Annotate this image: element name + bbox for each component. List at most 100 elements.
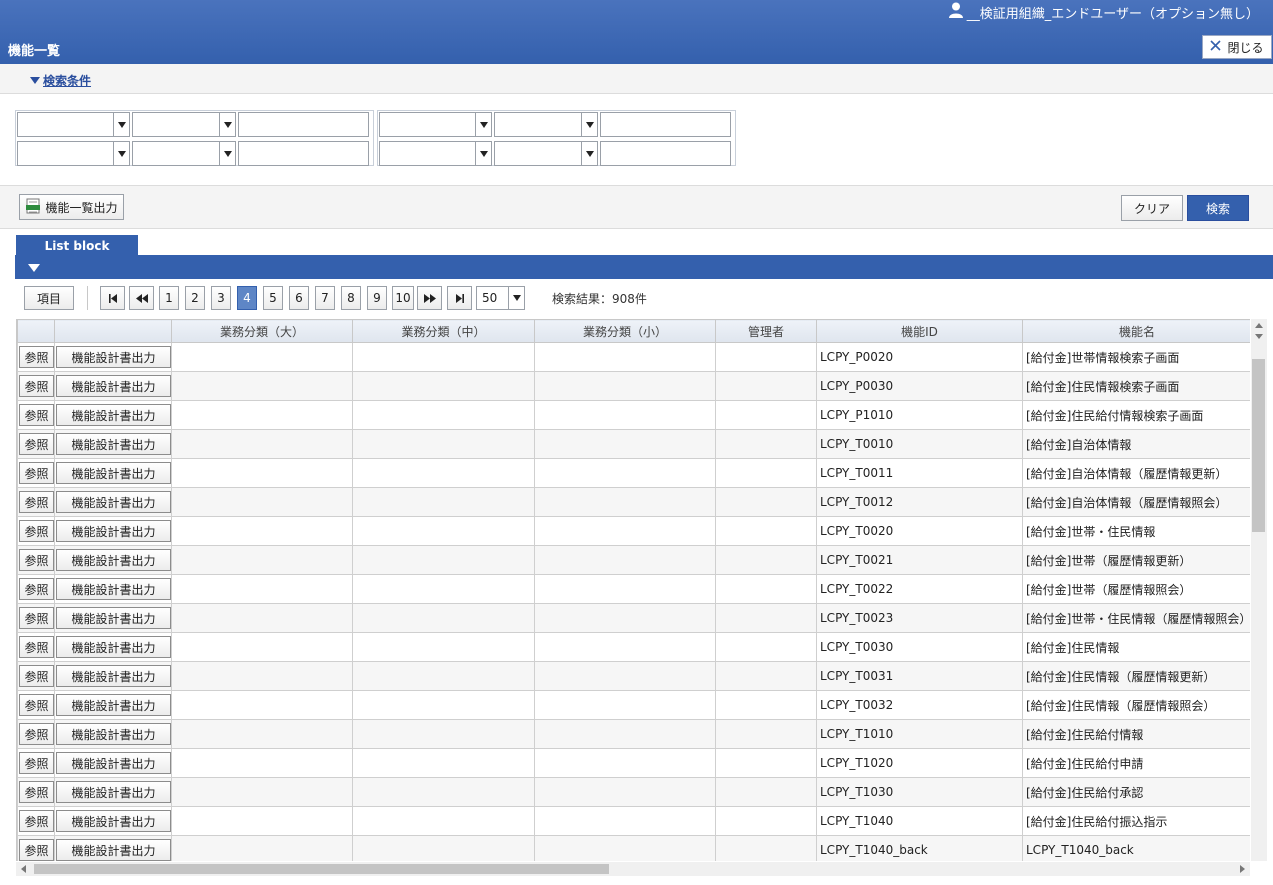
design-doc-output-button[interactable]: 機能設計書出力 [56, 346, 171, 368]
reference-button[interactable]: 参照 [19, 491, 54, 513]
reference-button[interactable]: 参照 [19, 694, 54, 716]
columns-button[interactable]: 項目 [24, 286, 74, 310]
design-doc-output-button[interactable]: 機能設計書出力 [56, 462, 171, 484]
page-1-button[interactable]: 1 [159, 286, 179, 310]
design-doc-output-button[interactable]: 機能設計書出力 [56, 375, 171, 397]
filter-operator-select[interactable] [494, 112, 598, 137]
reference-button[interactable]: 参照 [19, 636, 54, 658]
filter-value-input[interactable] [238, 112, 369, 137]
column-header-manager[interactable]: 管理者 [715, 319, 817, 343]
design-doc-output-button[interactable]: 機能設計書出力 [56, 433, 171, 455]
design-doc-output-button[interactable]: 機能設計書出力 [56, 578, 171, 600]
filter-field-select[interactable] [379, 112, 492, 137]
collapse-triangle-icon[interactable] [28, 264, 40, 272]
design-doc-output-button[interactable]: 機能設計書出力 [56, 752, 171, 774]
ref-cell: 参照 [17, 342, 55, 372]
design-cell: 機能設計書出力 [54, 719, 172, 749]
filter-value-input[interactable] [238, 141, 369, 166]
design-doc-output-button[interactable]: 機能設計書出力 [56, 810, 171, 832]
page-size-select[interactable]: 50 [476, 286, 525, 310]
design-doc-output-button[interactable]: 機能設計書出力 [56, 694, 171, 716]
filter-area [0, 94, 1273, 185]
page-9-button[interactable]: 9 [367, 286, 387, 310]
filter-value-input[interactable] [600, 141, 731, 166]
design-doc-output-button[interactable]: 機能設計書出力 [56, 636, 171, 658]
design-doc-output-button[interactable]: 機能設計書出力 [56, 549, 171, 571]
reference-button[interactable]: 参照 [19, 549, 54, 571]
reference-button[interactable]: 参照 [19, 665, 54, 687]
page-8-button[interactable]: 8 [341, 286, 361, 310]
tab-list-block[interactable]: List block [16, 235, 138, 257]
page-4-button[interactable]: 4 [237, 286, 257, 310]
reference-button[interactable]: 参照 [19, 781, 54, 803]
export-list-button[interactable]: 機能一覧出力 [19, 194, 124, 220]
next-page-button[interactable] [417, 286, 442, 310]
reference-button[interactable]: 参照 [19, 810, 54, 832]
horizontal-scrollbar[interactable] [16, 862, 1250, 876]
design-doc-output-button[interactable]: 機能設計書出力 [56, 781, 171, 803]
search-conditions-toggle[interactable]: 検索条件 [30, 72, 91, 89]
list-block-bar [15, 255, 1273, 279]
result-count: 検索結果：908件 [552, 292, 647, 306]
reference-button[interactable]: 参照 [19, 520, 54, 542]
page-5-button[interactable]: 5 [263, 286, 283, 310]
design-doc-output-button[interactable]: 機能設計書出力 [56, 665, 171, 687]
search-button[interactable]: 検索 [1187, 195, 1249, 221]
scroll-up-icon[interactable] [1255, 323, 1263, 328]
table-row: 参照 機能設計書出力 LCPY_T1040_back LCPY_T1040_back [17, 835, 1250, 861]
function-id-cell: LCPY_T0011 [816, 458, 1023, 488]
filter-field-select[interactable] [17, 141, 130, 166]
close-button[interactable]: 閉じる [1202, 35, 1272, 59]
column-header-category-small[interactable]: 業務分類（小） [534, 319, 716, 343]
reference-button[interactable]: 参照 [19, 607, 54, 629]
filter-value-input[interactable] [600, 112, 731, 137]
column-header-function-id[interactable]: 機能ID [816, 319, 1023, 343]
reference-button[interactable]: 参照 [19, 433, 54, 455]
page-3-button[interactable]: 3 [211, 286, 231, 310]
filter-operator-select[interactable] [132, 112, 236, 137]
category-large-cell [171, 429, 353, 459]
horizontal-scroll-thumb[interactable] [34, 864, 609, 874]
scroll-right-icon[interactable] [1240, 865, 1245, 873]
filter-field-select[interactable] [17, 112, 130, 137]
scroll-down-icon[interactable] [1255, 334, 1263, 339]
ref-cell: 参照 [17, 545, 55, 575]
filter-operator-select[interactable] [494, 141, 598, 166]
clear-button[interactable]: クリア [1121, 195, 1183, 221]
design-doc-output-button[interactable]: 機能設計書出力 [56, 404, 171, 426]
design-doc-output-button[interactable]: 機能設計書出力 [56, 723, 171, 745]
page-6-button[interactable]: 6 [289, 286, 309, 310]
design-doc-output-button[interactable]: 機能設計書出力 [56, 607, 171, 629]
design-doc-output-button[interactable]: 機能設計書出力 [56, 491, 171, 513]
manager-cell [715, 516, 817, 546]
column-header-function-name[interactable]: 機能名 [1022, 319, 1250, 343]
function-name-cell: [給付金]住民情報 [1022, 632, 1250, 662]
reference-button[interactable]: 参照 [19, 404, 54, 426]
function-name-cell: [給付金]住民給付情報 [1022, 719, 1250, 749]
prev-page-button[interactable] [129, 286, 154, 310]
reference-button[interactable]: 参照 [19, 578, 54, 600]
manager-cell [715, 748, 817, 778]
design-doc-output-button[interactable]: 機能設計書出力 [56, 839, 171, 861]
reference-button[interactable]: 参照 [19, 839, 54, 861]
vertical-scrollbar[interactable] [1251, 319, 1267, 861]
first-page-button[interactable] [100, 286, 125, 310]
page-2-button[interactable]: 2 [185, 286, 205, 310]
vertical-scroll-thumb[interactable] [1252, 359, 1265, 532]
page-7-button[interactable]: 7 [315, 286, 335, 310]
filter-operator-select[interactable] [132, 141, 236, 166]
reference-button[interactable]: 参照 [19, 375, 54, 397]
design-doc-output-button[interactable]: 機能設計書出力 [56, 520, 171, 542]
manager-cell [715, 342, 817, 372]
page-10-button[interactable]: 10 [392, 286, 414, 310]
reference-button[interactable]: 参照 [19, 752, 54, 774]
last-page-button[interactable] [447, 286, 472, 310]
scroll-left-icon[interactable] [21, 865, 26, 873]
filter-field-select[interactable] [379, 141, 492, 166]
reference-button[interactable]: 参照 [19, 346, 54, 368]
column-header-category-medium[interactable]: 業務分類（中） [352, 319, 535, 343]
column-header-category-large[interactable]: 業務分類（大） [171, 319, 353, 343]
category-medium-cell [352, 690, 535, 720]
reference-button[interactable]: 参照 [19, 723, 54, 745]
reference-button[interactable]: 参照 [19, 462, 54, 484]
